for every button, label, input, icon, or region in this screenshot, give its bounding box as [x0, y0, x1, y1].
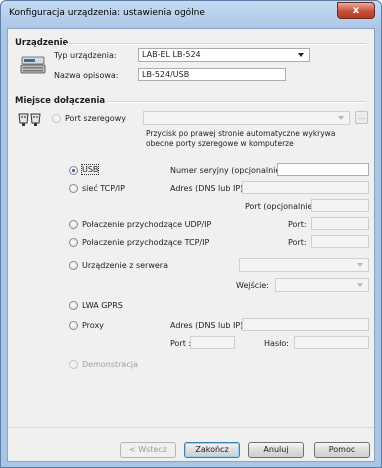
chevron-down-icon [298, 53, 304, 57]
proxy-port-label: Port : [170, 339, 192, 348]
server-device-select[interactable] [239, 258, 369, 272]
title-bar[interactable]: Konfiguracja urządzenia: ustawienia ogól… [1, 1, 381, 27]
device-type-select[interactable]: LAB-EL LB-524 [138, 48, 310, 62]
cancel-button[interactable]: Anuluj [248, 442, 304, 458]
tcp-incoming-port-input[interactable] [311, 235, 369, 248]
serial-number-input[interactable] [277, 163, 369, 176]
input-label: Wejście: [236, 281, 269, 290]
tcp-incoming-radio[interactable] [69, 238, 78, 247]
demo-label: Demonstracja [82, 360, 138, 369]
udp-incoming-radio[interactable] [69, 220, 78, 229]
back-button[interactable]: < Wstecz [120, 442, 176, 458]
window-title: Konfiguracja urządzenia: ustawienia ogól… [9, 8, 205, 18]
chevron-down-icon [357, 263, 363, 267]
device-type-label: Typ urządzenia: [54, 51, 117, 60]
device-icon [20, 56, 46, 74]
device-name-label: Nazwa opisowa: [54, 71, 119, 80]
help-button[interactable]: Pomoc [314, 442, 370, 458]
serial-port-select[interactable] [143, 111, 350, 125]
serial-port-radio[interactable] [52, 114, 61, 123]
input-select[interactable] [275, 278, 369, 292]
port-optional-label: Port (opcjonalnie): [245, 202, 319, 211]
close-icon: x [352, 5, 360, 16]
finish-button[interactable]: Zakończ [184, 442, 240, 458]
dns-address-input[interactable] [242, 181, 369, 194]
connection-section-divider [106, 101, 366, 103]
serial-hint-line-2: obecne porty szeregowe w komputerze [146, 139, 294, 148]
tcp-incoming-label: Połaczenie przychodzące TCP/IP [82, 238, 210, 247]
serial-number-label: Numer seryjny (opcjonalnie): [170, 166, 287, 175]
proxy-address-label: Adres (DNS lub IP): [170, 321, 246, 330]
footer-divider [8, 427, 374, 428]
udp-port-input[interactable] [311, 217, 369, 230]
lwa-gprs-label: LWA GPRS [82, 301, 123, 310]
demo-radio[interactable] [69, 360, 78, 369]
udp-port-label: Port: [288, 220, 307, 229]
usb-label: USB [80, 164, 100, 175]
device-section-title: Urządzenie [15, 38, 69, 48]
tcp-ip-label: sieć TCP/IP [82, 184, 125, 193]
device-type-value: LAB-EL LB-524 [142, 50, 201, 59]
server-device-radio[interactable] [69, 261, 78, 270]
serial-port-label: Port szeregowy [65, 114, 126, 123]
device-name-input[interactable]: LB-524/USB [138, 68, 286, 81]
dialog-window: Konfiguracja urządzenia: ustawienia ogól… [0, 0, 382, 468]
proxy-port-input[interactable] [190, 336, 235, 349]
udp-incoming-label: Połaczenie przychodzące UDP/IP [82, 220, 212, 229]
serial-ports-icon [18, 113, 41, 126]
usb-radio[interactable] [69, 166, 78, 175]
serial-hint-line-1: Przycisk po prawej stronie automatyczne … [146, 129, 336, 138]
chevron-down-icon [357, 283, 363, 287]
connection-section-title: Miejsce dołączenia [15, 96, 106, 106]
dns-address-label: Adres (DNS lub IP): [170, 184, 246, 193]
proxy-address-input[interactable] [242, 318, 369, 331]
proxy-password-input[interactable] [294, 336, 369, 349]
detect-ports-button[interactable]: ... [355, 111, 368, 124]
server-device-label: Urządzenie z serwera [82, 261, 168, 270]
lwa-gprs-radio[interactable] [69, 301, 78, 310]
port-optional-input[interactable] [311, 199, 369, 212]
proxy-radio[interactable] [69, 321, 78, 330]
proxy-label: Proxy [82, 321, 104, 330]
proxy-password-label: Hasło: [264, 339, 289, 348]
close-button[interactable]: x [337, 2, 375, 19]
device-section-divider [66, 43, 366, 45]
tcp-ip-radio[interactable] [69, 184, 78, 193]
chevron-down-icon [338, 116, 344, 120]
tcp-incoming-port-label: Port: [288, 238, 307, 247]
dialog-body: Urządzenie Typ urządzenia: LAB-EL LB-524… [7, 28, 375, 462]
